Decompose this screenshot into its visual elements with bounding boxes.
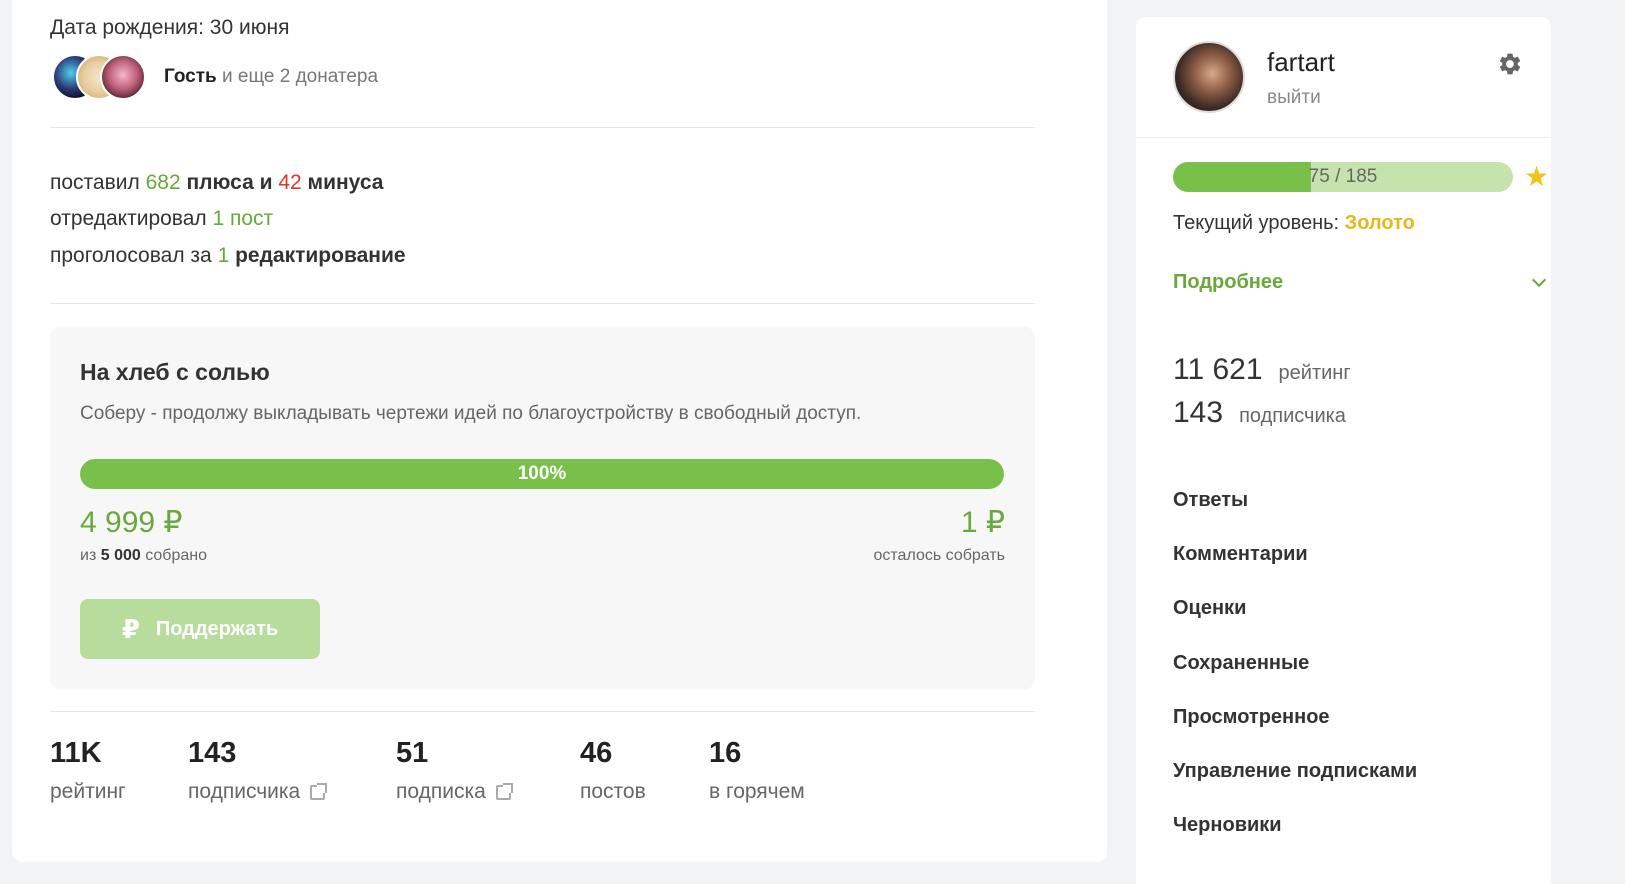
username[interactable]: fartart: [1267, 47, 1335, 78]
donation-description: Соберу - продолжу выкладывать чертежи ид…: [80, 403, 862, 424]
donors-rest: и еще 2 донатера: [216, 66, 379, 87]
collected-amount: 4 999 ₽: [80, 506, 183, 539]
donors-row[interactable]: Гость и еще 2 донатера: [52, 54, 378, 100]
ruble-icon: ₽: [121, 613, 140, 644]
details-link[interactable]: Подробнее: [1173, 271, 1283, 294]
stat-rating: 11K рейтинг: [50, 737, 126, 803]
plus-count: 682: [145, 171, 181, 194]
support-button[interactable]: ₽ Поддержать: [80, 599, 320, 659]
chevron-down-icon[interactable]: [1531, 272, 1547, 288]
avatar[interactable]: [1173, 41, 1245, 113]
stat-subscribers[interactable]: 143 подписчика: [188, 737, 328, 804]
menu-item-answers[interactable]: Ответы: [1173, 489, 1248, 512]
gear-icon[interactable]: [1497, 51, 1523, 77]
divider: [50, 127, 1035, 128]
logout-link[interactable]: выйти: [1267, 87, 1321, 109]
level-progress-bar: 75 / 185: [1173, 162, 1513, 192]
remaining-note: осталось собрать: [873, 547, 1006, 564]
support-button-label: Поддержать: [155, 617, 279, 640]
level-progress-label: 75 / 185: [1308, 166, 1378, 187]
level-name: Золото: [1344, 212, 1415, 234]
donation-progress-label: 100%: [517, 463, 567, 484]
divider: [1136, 137, 1551, 138]
donation-progress-bar: 100%: [80, 459, 1004, 489]
sidebar-rating: 11 621 рейтинг: [1173, 353, 1351, 386]
external-link-icon[interactable]: [495, 782, 513, 800]
activity-edits: отредактировал 1 пост: [50, 207, 274, 230]
collected-note: из 5 000 собрано: [80, 547, 207, 564]
menu-item-subscriptions[interactable]: Управление подписками: [1173, 760, 1417, 783]
profile-card: Дата рождения: 30 июня Гость и еще 2 дон…: [12, 0, 1107, 862]
remaining-amount: 1 ₽: [960, 506, 1005, 539]
menu-item-viewed[interactable]: Просмотренное: [1173, 706, 1330, 729]
sidebar-subscribers: 143 подписчика: [1173, 396, 1346, 429]
stat-subscriptions[interactable]: 51 подписка: [396, 737, 513, 804]
divider: [50, 303, 1035, 304]
menu-item-drafts[interactable]: Черновики: [1173, 814, 1282, 837]
edit-count: 1: [212, 207, 225, 230]
menu-item-comments[interactable]: Комментарии: [1173, 543, 1308, 566]
stat-hot[interactable]: 16 в горячем: [709, 737, 805, 804]
minus-count: 42: [278, 171, 302, 194]
donor-guest-name: Гость: [164, 66, 217, 87]
donor-avatar[interactable]: [100, 54, 146, 100]
donation-box: На хлеб с солью Соберу - продолжу выклад…: [50, 327, 1035, 689]
edit-link[interactable]: пост: [224, 207, 273, 230]
birthdate: Дата рождения: 30 июня: [50, 16, 290, 39]
user-sidebar: fartart выйти 75 / 185 ★ Текущий уровень…: [1136, 17, 1551, 884]
goal-amount: 5 000: [100, 547, 141, 564]
external-link-icon[interactable]: [310, 782, 328, 800]
menu-item-ratings[interactable]: Оценки: [1173, 597, 1246, 620]
donation-title: На хлеб с солью: [80, 359, 270, 385]
menu-item-saved[interactable]: Сохраненные: [1173, 652, 1309, 675]
stat-posts[interactable]: 46 постов: [580, 737, 646, 804]
activity-edit-votes: проголосовал за 1 редактирование: [50, 244, 406, 267]
divider: [50, 711, 1035, 712]
activity-votes: поставил 682 плюса и 42 минуса: [50, 171, 384, 194]
current-level: Текущий уровень: Золото: [1173, 212, 1415, 234]
star-icon: ★: [1524, 161, 1550, 192]
vote-count: 1: [217, 244, 230, 267]
donors-text: Гость и еще 2 донатера: [164, 66, 378, 88]
